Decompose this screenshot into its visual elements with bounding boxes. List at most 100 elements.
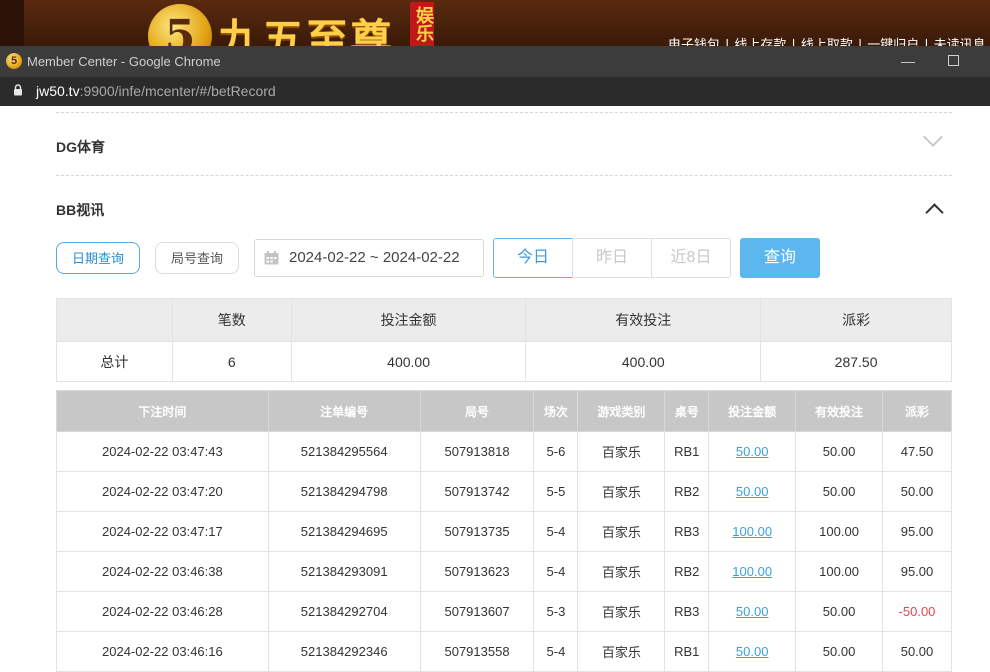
url-text[interactable]: jw50.tv:9900/infe/mcenter/#/betRecord [36,83,276,99]
summary-header: 派彩 [760,298,952,342]
bet-id: 521384294798 [267,471,421,512]
summary-header: 有效投注 [525,298,762,342]
table-id: RB1 [664,431,710,472]
round-id: 507913742 [419,471,535,512]
bet-amount[interactable]: 100.00 [708,551,797,592]
bet-amount[interactable]: 50.00 [708,471,797,512]
table-id: RB3 [664,511,710,552]
divider [56,112,952,113]
table-id: RB1 [664,631,710,672]
date-range-value: 2024-02-22 ~ 2024-02-22 [289,249,460,266]
bet-id: 521384292704 [267,591,421,632]
maximize-icon [947,55,959,66]
bet-amount[interactable]: 50.00 [708,591,797,632]
round-query-button[interactable]: 局号查询 [155,242,239,274]
bet-time: 2024-02-22 03:46:28 [56,591,269,632]
today-button[interactable]: 今日 [493,238,573,278]
site-nav-wallet[interactable]: 电子钱包 [668,38,720,46]
payout: 47.50 [881,431,953,472]
session: 5-6 [533,431,579,472]
bet-time: 2024-02-22 03:47:20 [56,471,269,512]
bet-amount-link[interactable]: 50.00 [736,444,769,459]
search-button[interactable]: 查询 [740,238,820,278]
maximize-button[interactable] [941,50,965,72]
favicon-icon: 5 [6,53,22,69]
site-brand: 九五至尊 [218,15,395,46]
bet-amount-link[interactable]: 50.00 [736,604,769,619]
round-id: 507913623 [419,551,535,592]
address-bar[interactable]: jw50.tv:9900/infe/mcenter/#/betRecord [0,77,990,106]
last-8-days-button[interactable]: 近8日 [651,238,731,278]
banner-edge [0,0,24,46]
bet-time: 2024-02-22 03:46:38 [56,551,269,592]
round-id: 507913735 [419,511,535,552]
summary-header [56,298,173,342]
summary-header-row: 笔数 投注金额 有效投注 派彩 [56,298,952,342]
window-title: Member Center - Google Chrome [27,54,221,69]
table-row: 2024-02-22 03:46:16 521384292346 5079135… [56,631,953,672]
round-id: 507913607 [419,591,535,632]
valid-bet: 100.00 [795,551,883,592]
site-nav-deposit[interactable]: 线上存款 [734,38,786,46]
bet-amount-link[interactable]: 50.00 [736,484,769,499]
bet-id: 521384294695 [267,511,421,552]
site-badge: 娱乐 [410,2,434,46]
bet-amount[interactable]: 50.00 [708,631,797,672]
column-header: 注单编号 [267,390,421,432]
minimize-button[interactable]: — [896,50,920,72]
valid-bet: 100.00 [795,511,883,552]
date-query-button[interactable]: 日期查询 [56,242,140,274]
session: 5-5 [533,471,579,512]
bet-amount-link[interactable]: 50.00 [736,644,769,659]
column-header: 派彩 [881,390,953,432]
game-type: 百家乐 [577,551,666,592]
section-title-dg[interactable]: DG体育 [56,137,105,157]
column-header: 局号 [419,390,535,432]
summary-header: 笔数 [171,298,292,342]
round-id: 507913558 [419,631,535,672]
site-logo-icon: 5 [148,4,212,46]
table-id: RB2 [664,471,710,512]
game-type: 百家乐 [577,471,666,512]
chevron-down-icon[interactable] [923,127,943,147]
session: 5-3 [533,591,579,632]
site-banner: 5 九五至尊 娱乐 电子钱包 | 线上存款 | 线上取款 | 一键归户 | 未读讯息 [0,0,990,46]
session: 5-4 [533,511,579,552]
bet-amount[interactable]: 50.00 [708,431,797,472]
date-range-input[interactable]: 2024-02-22 ~ 2024-02-22 [254,239,484,277]
session: 5-4 [533,631,579,672]
valid-bet: 50.00 [795,631,883,672]
site-nav-transfer[interactable]: 一键归户 [867,38,919,46]
bet-id: 521384292346 [267,631,421,672]
bet-records-table: 下注时间 注单编号 局号 场次 游戏类别 桌号 投注金额 有效投注 派彩 202… [56,390,953,672]
valid-bet: 50.00 [795,431,883,472]
table-row: 2024-02-22 03:46:38 521384293091 5079136… [56,551,953,592]
window-title-bar: 5 Member Center - Google Chrome — [0,46,990,77]
game-type: 百家乐 [577,431,666,472]
column-header: 有效投注 [795,390,883,432]
column-header: 游戏类别 [577,390,666,432]
column-header: 桌号 [664,390,710,432]
summary-cell: 400.00 [525,341,762,382]
bet-amount-link[interactable]: 100.00 [732,564,772,579]
site-nav-withdraw[interactable]: 线上取款 [801,38,853,46]
lock-icon [14,84,22,96]
bet-amount-link[interactable]: 100.00 [732,524,772,539]
section-title-bb[interactable]: BB视讯 [56,200,104,220]
bet-id: 521384293091 [267,551,421,592]
bet-time: 2024-02-22 03:47:17 [56,511,269,552]
valid-bet: 50.00 [795,471,883,512]
site-nav-messages[interactable]: 未读讯息 [934,38,986,46]
game-type: 百家乐 [577,511,666,552]
yesterday-button[interactable]: 昨日 [572,238,652,278]
payout: -50.00 [881,591,953,632]
table-row: 2024-02-22 03:46:28 521384292704 5079136… [56,591,953,632]
bet-record-page: DG体育 BB视讯 日期查询 局号查询 2024-02-22 ~ 2024-02… [0,106,990,672]
chevron-up-icon[interactable] [925,203,944,222]
payout: 95.00 [881,551,953,592]
bet-amount[interactable]: 100.00 [708,511,797,552]
summary-header: 投注金额 [290,298,527,342]
game-type: 百家乐 [577,591,666,632]
table-id: RB2 [664,551,710,592]
calendar-icon [264,251,279,265]
